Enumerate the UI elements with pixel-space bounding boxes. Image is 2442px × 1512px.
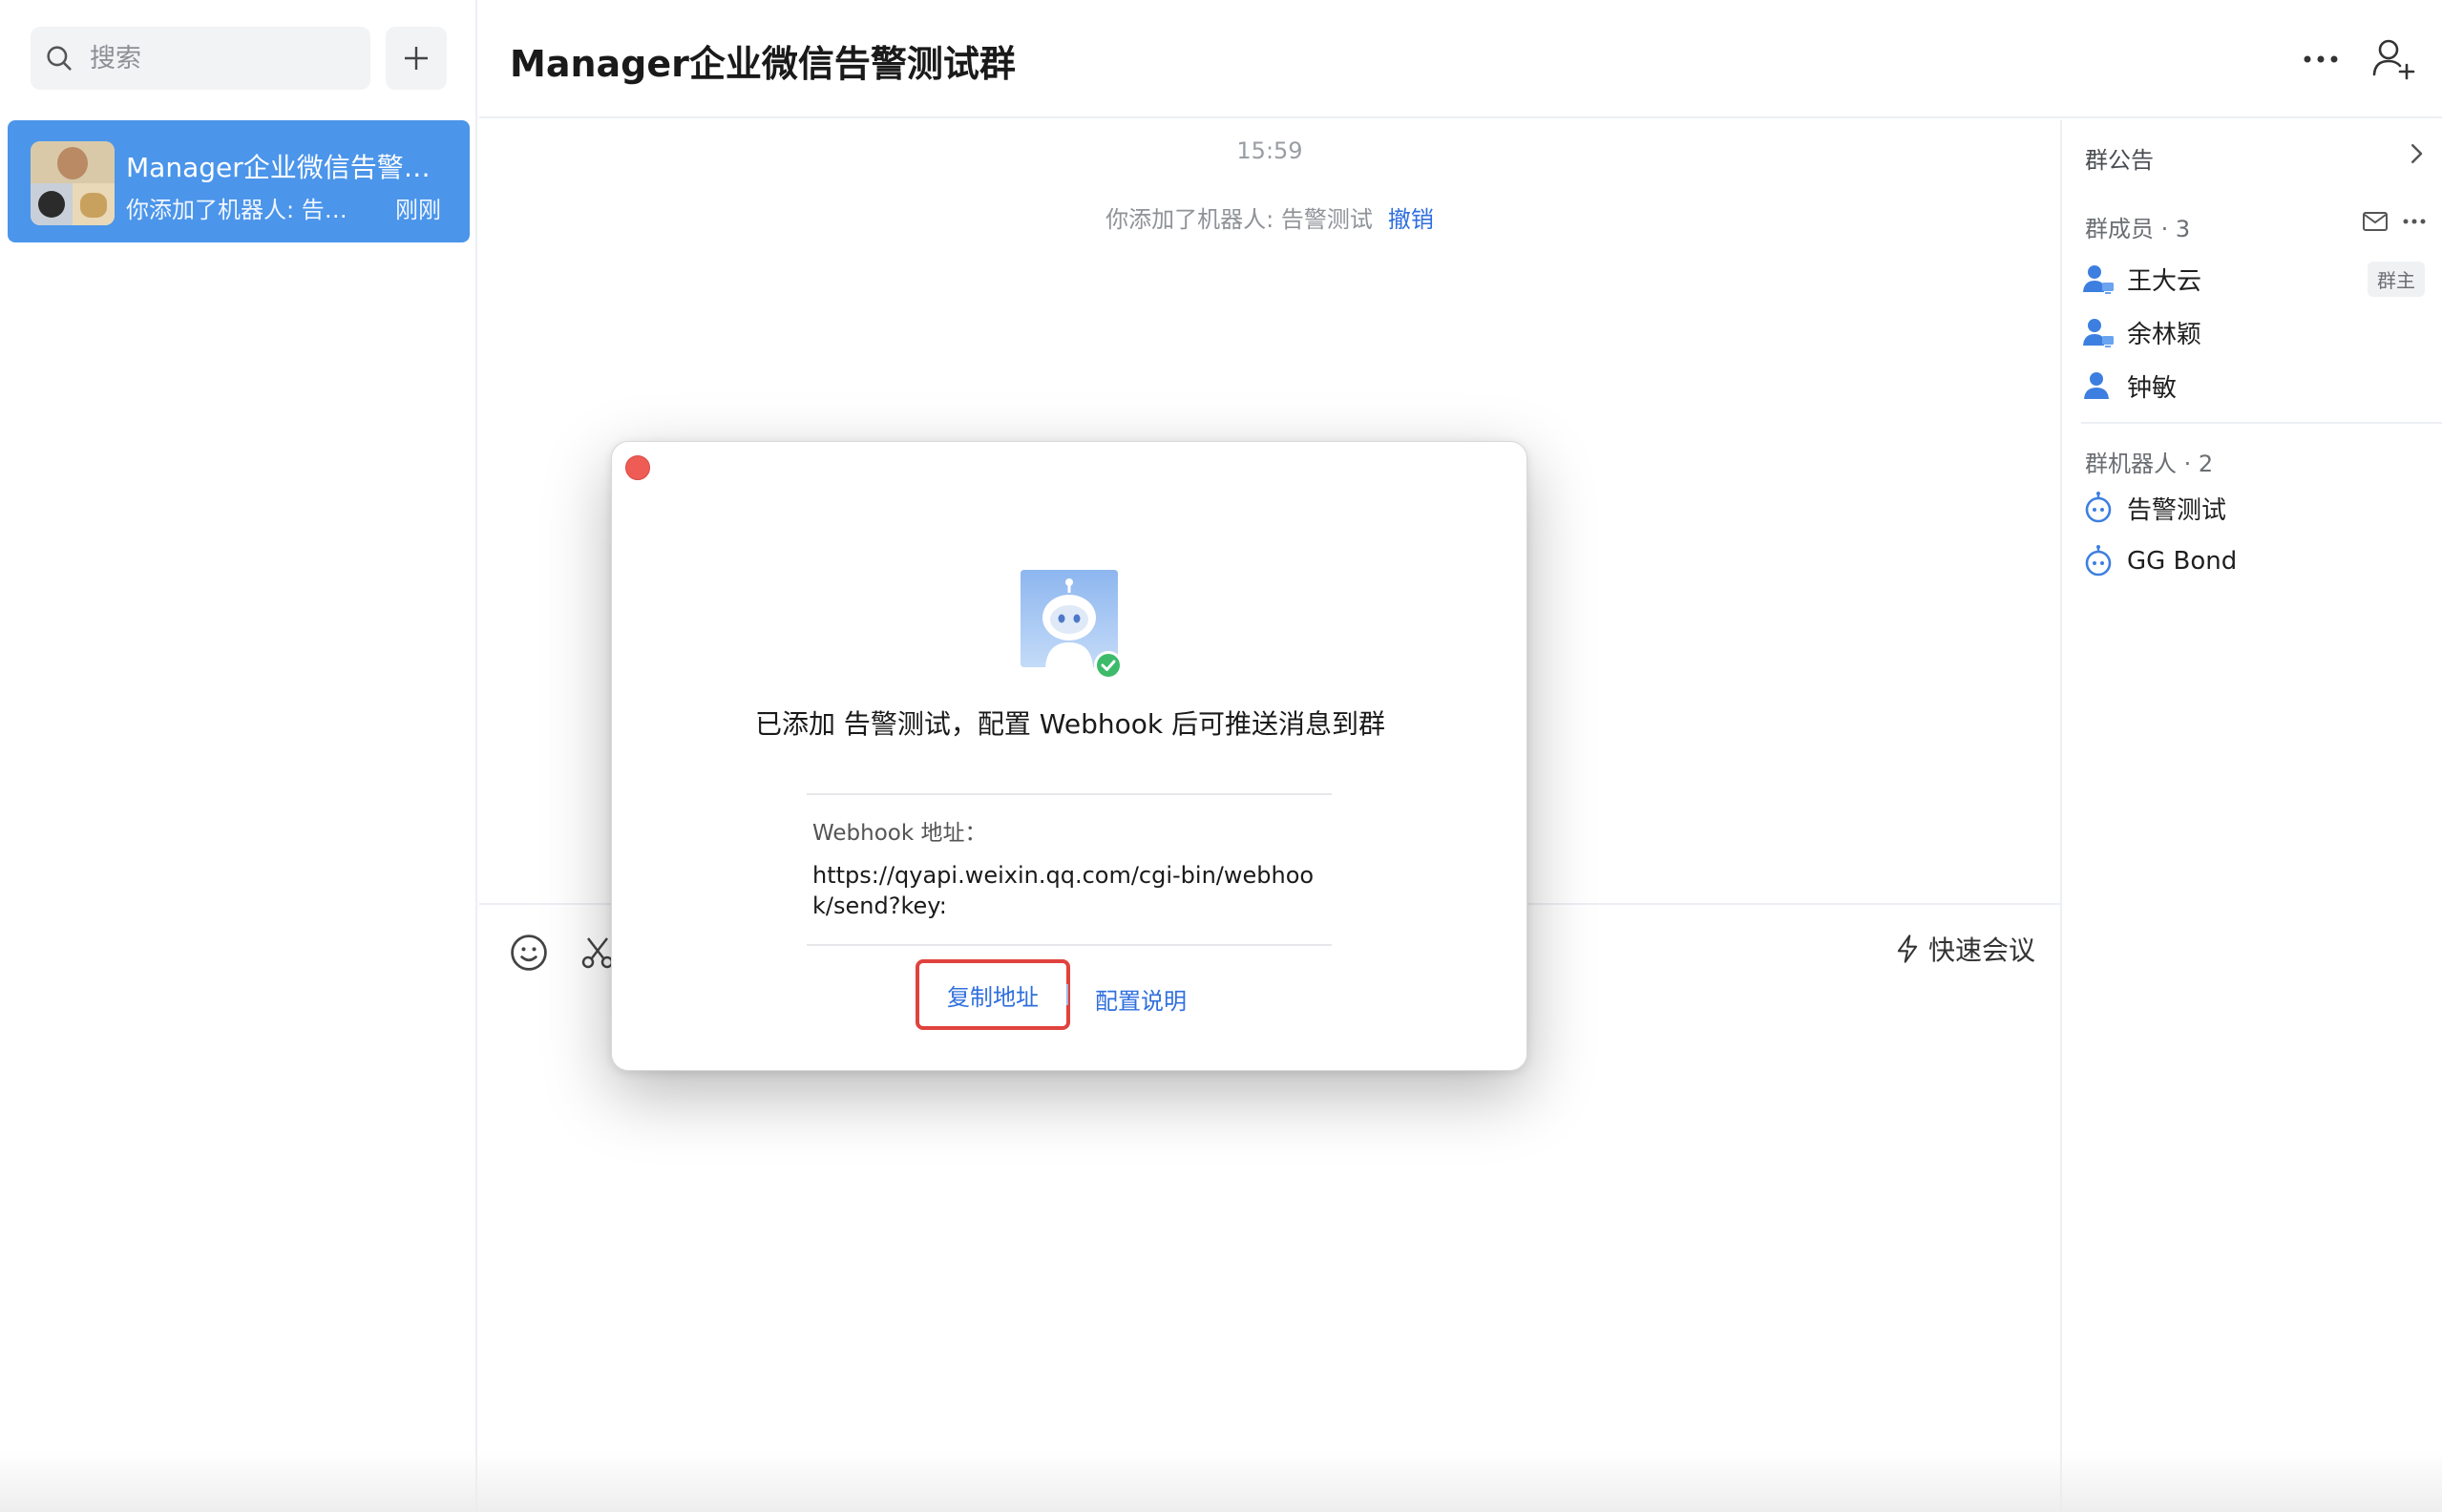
divider <box>807 793 1332 795</box>
chevron-right-icon[interactable] <box>2402 139 2431 168</box>
chat-title: Manager企业微信告警测试群 <box>510 43 1016 85</box>
member-item[interactable]: 钟敏 <box>2081 363 2434 409</box>
search-input[interactable] <box>88 42 346 74</box>
group-info-panel: 群公告 群成员 · 3 王大云 群主 余林颖 钟敏 群机器人 · 2 告警测试 … <box>2060 120 2442 1512</box>
members-more-icon[interactable] <box>2400 212 2429 231</box>
owner-badge: 群主 <box>2368 262 2425 297</box>
bottom-shadow <box>0 1451 2442 1512</box>
conversation-time: 刚刚 <box>395 197 441 223</box>
conversation-item[interactable]: Manager企业微信告警测试群 你添加了机器人: 告警测试 刚刚 <box>8 120 470 242</box>
plus-icon <box>405 47 428 70</box>
close-window-button[interactable] <box>625 455 650 480</box>
robot-avatar-icon <box>1021 570 1127 681</box>
add-member-icon[interactable] <box>2369 34 2417 82</box>
new-chat-button[interactable] <box>386 27 447 90</box>
message-timestamp: 15:59 <box>1236 137 1303 164</box>
group-avatar <box>31 141 115 225</box>
undo-link[interactable]: 撤销 <box>1388 206 1434 233</box>
link-separator <box>1066 984 1068 1005</box>
more-options-icon[interactable] <box>2297 40 2345 78</box>
copy-address-button[interactable]: 复制地址 <box>916 959 1070 1030</box>
members-section-title: 群成员 · 3 <box>2085 216 2191 242</box>
robot-icon <box>2085 545 2112 577</box>
robot-item[interactable]: 告警测试 <box>2081 485 2434 531</box>
conversation-preview: 你添加了机器人: 告警测试 <box>126 197 355 223</box>
member-name: 钟敏 <box>2127 373 2178 403</box>
admin-user-icon <box>2083 319 2114 347</box>
member-item[interactable]: 王大云 群主 <box>2081 256 2434 302</box>
mail-icon[interactable] <box>2362 210 2389 233</box>
robot-name: GG Bond <box>2127 547 2238 576</box>
quick-meeting-button[interactable]: 快速会议 <box>1894 930 2035 968</box>
search-box[interactable] <box>31 27 370 90</box>
conversation-title: Manager企业微信告警测试群 <box>126 152 441 183</box>
admin-user-icon <box>2083 265 2114 294</box>
member-name: 余林颖 <box>2127 320 2202 349</box>
config-instructions-link[interactable]: 配置说明 <box>1095 982 1187 1016</box>
robot-added-dialog: 已添加 告警测试，配置 Webhook 后可推送消息到群 Webhook 地址：… <box>611 441 1527 1071</box>
search-icon <box>31 27 88 90</box>
robot-item[interactable]: GG Bond <box>2081 538 2434 584</box>
emoji-icon[interactable] <box>508 932 550 974</box>
divider <box>807 944 1332 946</box>
dialog-message: 已添加 告警测试，配置 Webhook 后可推送消息到群 <box>755 708 1385 740</box>
system-message-text: 你添加了机器人: 告警测试 <box>1105 206 1373 233</box>
member-item[interactable]: 余林颖 <box>2081 309 2434 355</box>
lightning-icon <box>1897 934 1918 963</box>
member-name: 王大云 <box>2127 266 2202 296</box>
chat-header: Manager企业微信告警测试群 <box>479 0 2442 118</box>
conversation-sidebar: Manager企业微信告警测试群 你添加了机器人: 告警测试 刚刚 <box>0 0 477 1512</box>
section-divider <box>2081 422 2442 424</box>
system-message: 你添加了机器人: 告警测试 撤销 <box>479 200 2060 234</box>
robot-name: 告警测试 <box>2127 495 2227 525</box>
group-notice-link[interactable]: 群公告 <box>2085 141 2154 175</box>
quick-meeting-label: 快速会议 <box>1927 934 2035 966</box>
robot-icon <box>2085 492 2112 523</box>
user-icon <box>2084 372 2109 399</box>
webhook-label: Webhook 地址： <box>812 821 987 846</box>
webhook-url[interactable]: https://qyapi.weixin.qq.com/cgi-bin/webh… <box>812 860 1328 921</box>
robots-section-title: 群机器人 · 2 <box>2085 451 2214 477</box>
